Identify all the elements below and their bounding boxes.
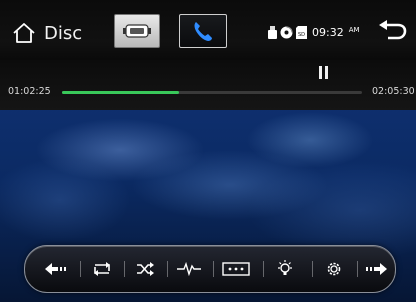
elapsed-time: 01:02:25	[8, 86, 51, 97]
phone-icon	[190, 18, 216, 44]
divider	[357, 261, 358, 277]
disc-icon	[280, 26, 293, 39]
previous-icon	[45, 263, 67, 275]
progress-fill	[62, 91, 179, 94]
status-area: SD 09:32 AM	[268, 24, 360, 40]
svg-text:SD: SD	[298, 32, 305, 38]
source-label: Disc	[44, 22, 83, 44]
brightness-button[interactable]	[268, 254, 302, 284]
next-icon	[365, 263, 387, 275]
menu-icon	[222, 262, 250, 276]
repeat-button[interactable]	[85, 254, 119, 284]
sd-card-icon: SD	[296, 25, 307, 39]
media-player-icon	[122, 22, 152, 40]
media-source-button[interactable]	[114, 14, 160, 48]
clock-period: AM	[348, 26, 360, 34]
divider	[312, 261, 313, 277]
menu-button[interactable]	[219, 254, 253, 284]
divider	[167, 261, 168, 277]
shuffle-button[interactable]	[128, 254, 162, 284]
divider	[80, 261, 81, 277]
repeat-icon	[91, 262, 113, 276]
equalizer-icon	[177, 262, 201, 276]
home-button[interactable]: Disc	[12, 22, 82, 44]
media-player-screen: Disc SD 09:32 AM 01:02:25 02:05:30	[0, 0, 416, 302]
back-icon	[376, 19, 408, 43]
usb-icon	[268, 25, 277, 39]
next-button[interactable]	[359, 254, 393, 284]
divider	[263, 261, 264, 277]
divider	[213, 261, 214, 277]
shuffle-icon	[136, 262, 154, 276]
home-icon	[12, 22, 36, 44]
brightness-icon	[277, 260, 293, 278]
top-bar: Disc SD 09:32 AM	[0, 0, 416, 60]
previous-button[interactable]	[39, 254, 73, 284]
control-bar	[24, 245, 396, 293]
clock-time: 09:32	[312, 25, 344, 39]
phone-button[interactable]	[179, 14, 227, 48]
playback-bar: 01:02:25 02:05:30	[0, 60, 416, 110]
divider	[124, 261, 125, 277]
equalizer-button[interactable]	[172, 254, 206, 284]
back-button[interactable]	[376, 19, 408, 43]
pause-button[interactable]	[318, 66, 330, 80]
gear-icon	[325, 260, 343, 278]
settings-button[interactable]	[317, 254, 351, 284]
progress-slider[interactable]	[62, 91, 362, 94]
total-time: 02:05:30	[372, 86, 415, 97]
